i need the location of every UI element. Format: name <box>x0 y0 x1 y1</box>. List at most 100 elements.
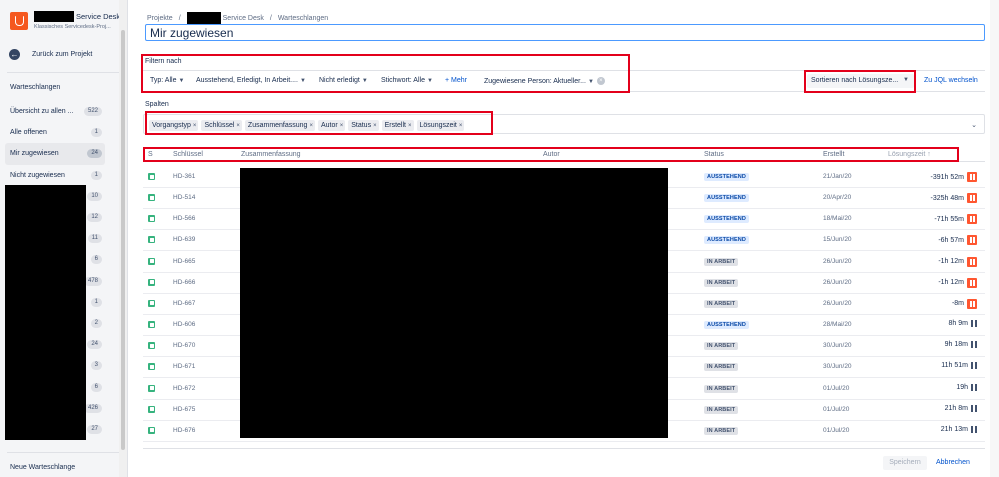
sort-dropdown[interactable]: Sortieren nach Lösungsze... ▼ <box>807 74 914 88</box>
column-header-type[interactable]: S <box>148 151 153 158</box>
sla-breached-paused-icon <box>967 277 977 288</box>
column-chip: Autor × <box>317 120 346 131</box>
column-header-resolution-time[interactable]: Lösungszeit ↑ <box>888 151 931 158</box>
status-badge: IN ARBEIT <box>704 257 739 266</box>
switch-to-jql-link[interactable]: Zu JQL wechseln <box>924 77 978 84</box>
queue-count-badge: 478 <box>83 276 102 286</box>
columns-select[interactable]: Vorgangstyp × Schlüssel × Zusammenfassung × Au… <box>143 114 985 134</box>
resolution-time-sla: 11h 51m <box>941 362 977 370</box>
created-date: 20/Apr/20 <box>823 194 852 202</box>
chevron-down-icon[interactable]: ⌄ <box>971 121 977 129</box>
issue-key-link[interactable]: HD-671 <box>173 363 195 370</box>
filter-keyword[interactable]: Stichwort: Alle ▼ <box>381 77 433 84</box>
issue-key-link[interactable]: HD-672 <box>173 385 195 392</box>
resolution-time-sla: 21h 8m <box>945 404 977 412</box>
sidebar-queue-item[interactable]: Übersicht zu allen ... 522 <box>5 101 105 122</box>
issue-key-link[interactable]: HD-667 <box>173 300 195 307</box>
column-chip-label: Vorgangstyp <box>152 122 191 129</box>
filter-status[interactable]: Ausstehend, Erledigt, In Arbeit.... ▼ <box>196 77 306 84</box>
issue-key-link[interactable]: HD-514 <box>173 194 195 201</box>
issue-key-link[interactable]: HD-566 <box>173 215 195 222</box>
status-badge: IN ARBEIT <box>704 426 739 435</box>
back-to-project-link[interactable]: ← Zurück zum Projekt <box>9 48 121 60</box>
created-date: 26/Jun/20 <box>823 278 852 286</box>
issue-key-link[interactable]: HD-361 <box>173 173 195 180</box>
status-badge: IN ARBEIT <box>704 384 739 393</box>
resolution-time-sla: -1h 12m <box>938 277 977 288</box>
queue-count-badge: 522 <box>83 107 102 117</box>
column-header-summary[interactable]: Zusammenfassung <box>241 151 301 158</box>
issue-key-link[interactable]: HD-675 <box>173 406 195 413</box>
redacted-queue-names <box>5 185 86 440</box>
sla-paused-icon <box>971 383 977 391</box>
sla-value: -325h 48m <box>930 194 964 202</box>
page-scrollbar[interactable] <box>990 0 999 477</box>
clear-filter-icon[interactable]: × <box>596 77 605 85</box>
sidebar-scrollbar-thumb[interactable] <box>121 30 125 450</box>
filter-label: Filtern nach <box>145 58 182 65</box>
queue-label: Nicht zugewiesen <box>10 171 65 179</box>
filter-resolution[interactable]: Nicht erledigt ▼ <box>319 77 368 84</box>
cancel-button[interactable]: Abbrechen <box>936 459 970 466</box>
issue-key-link[interactable]: HD-665 <box>173 258 195 265</box>
service-request-icon <box>148 173 155 180</box>
sidebar-queue-item[interactable]: Mir zugewiesen 24 <box>5 143 105 165</box>
queue-count-badge: 6 <box>90 382 102 392</box>
remove-column-icon[interactable]: × <box>236 123 240 129</box>
sla-value: -71h 55m <box>934 215 964 223</box>
sidebar-queue-item[interactable]: Alle offenen 1 <box>5 122 105 143</box>
project-name: Service Desk <box>76 12 121 21</box>
remove-column-icon[interactable]: × <box>459 123 463 129</box>
column-header-status[interactable]: Status <box>704 151 724 158</box>
breadcrumb-queues[interactable]: Warteschlangen <box>278 15 328 22</box>
filter-assignee-label: Zugewiesene Person: Aktueller... <box>484 77 586 85</box>
column-header-author[interactable]: Autor <box>543 151 560 158</box>
sla-breached-paused-icon <box>967 193 977 204</box>
created-date: 15/Jun/20 <box>823 236 852 244</box>
column-chip: Vorgangstyp × <box>149 120 199 131</box>
issue-key-link[interactable]: HD-670 <box>173 342 195 349</box>
remove-column-icon[interactable]: × <box>408 123 412 129</box>
resolution-time-sla: -71h 55m <box>934 214 977 225</box>
issue-key-link[interactable]: HD-606 <box>173 321 195 328</box>
remove-column-icon[interactable]: × <box>340 123 344 129</box>
project-header[interactable]: Service Desk Klassisches Servicedesk-Pro… <box>7 8 121 34</box>
remove-column-icon[interactable]: × <box>309 123 313 129</box>
column-chip-label: Schlüssel <box>204 122 235 129</box>
page-title: Mir zugewiesen <box>150 26 234 40</box>
column-header-created[interactable]: Erstellt <box>823 151 844 158</box>
column-chip-label: Erstellt <box>384 122 406 129</box>
created-date: 01/Jul/20 <box>823 384 850 392</box>
queue-title-input[interactable]: Mir zugewiesen <box>145 24 985 41</box>
chevron-down-icon: ▼ <box>587 78 594 85</box>
chevron-down-icon: ▼ <box>426 78 433 84</box>
status-badge: IN ARBEIT <box>704 405 739 414</box>
filter-more-button[interactable]: + Mehr <box>445 77 467 84</box>
issue-key-link[interactable]: HD-639 <box>173 236 195 243</box>
breadcrumb-projects[interactable]: Projekte <box>147 15 173 22</box>
queue-count-badge: 10 <box>87 191 102 201</box>
breadcrumb-separator: / <box>178 14 181 22</box>
column-chip: Zusammenfassung × <box>244 120 315 131</box>
save-button[interactable]: Speichern <box>883 456 927 470</box>
column-chips: Vorgangstyp × Schlüssel × Zusammenfassung × Au… <box>149 120 465 131</box>
breadcrumb-project[interactable]: Service Desk <box>223 15 264 22</box>
column-chip-label: Status <box>351 122 372 129</box>
sidebar-scrollbar[interactable] <box>119 0 127 477</box>
sla-paused-icon <box>971 404 977 412</box>
column-header-key[interactable]: Schlüssel <box>173 151 203 158</box>
issue-key-link[interactable]: HD-666 <box>173 279 195 286</box>
sla-value: -8m <box>951 300 964 308</box>
filter-assignee[interactable]: Zugewiesene Person: Aktueller... ▼ × <box>484 77 605 85</box>
remove-column-icon[interactable]: × <box>373 123 377 129</box>
service-request-icon <box>148 257 155 265</box>
issue-key-link[interactable]: HD-676 <box>173 427 195 434</box>
new-queue-link[interactable]: Neue Warteschlange <box>10 464 75 471</box>
sla-paused-icon <box>971 341 977 349</box>
sla-value: -391h 52m <box>930 173 964 181</box>
filter-type[interactable]: Typ: Alle ▼ <box>150 77 184 84</box>
status-badge: AUSSTEHEND <box>704 236 749 245</box>
sidebar-queue-item[interactable]: Nicht zugewiesen 1 <box>5 165 105 186</box>
queue-count-badge: 2 <box>90 318 102 328</box>
remove-column-icon[interactable]: × <box>193 123 197 129</box>
